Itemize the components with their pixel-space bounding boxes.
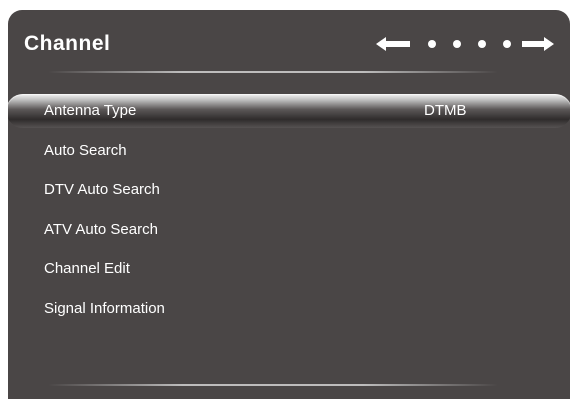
- menu-title: Channel: [24, 32, 111, 55]
- menu-item-label: Channel Edit: [44, 260, 130, 277]
- menu-item-dtv-auto-search[interactable]: DTV Auto Search: [8, 173, 570, 213]
- menu-item-auto-search[interactable]: Auto Search: [8, 134, 570, 174]
- page-dot-icon: [478, 40, 486, 48]
- menu-item-atv-auto-search[interactable]: ATV Auto Search: [8, 213, 570, 253]
- menu-item-signal-information[interactable]: Signal Information: [8, 292, 570, 332]
- menu-item-label: Signal Information: [44, 299, 165, 317]
- footer-divider: [48, 384, 498, 386]
- page-dot-icon: [503, 40, 511, 48]
- channel-menu-panel: Channel Antenna Type DTMB Auto Search DT…: [8, 10, 570, 399]
- menu-item-label: Antenna Type: [44, 102, 137, 119]
- header-divider: [48, 71, 498, 73]
- page-navigation-indicator: [376, 36, 556, 52]
- menu-item-channel-edit[interactable]: Channel Edit: [8, 252, 570, 292]
- page-dot-icon: [428, 40, 436, 48]
- menu-item-label: Auto Search: [44, 141, 127, 159]
- menu-item-antenna-type[interactable]: Antenna Type DTMB: [8, 94, 570, 134]
- arrow-left-icon[interactable]: [376, 37, 410, 51]
- menu-item-label: ATV Auto Search: [44, 220, 158, 238]
- page-dot-icon: [453, 40, 461, 48]
- menu-item-value: DTMB: [424, 102, 467, 119]
- menu-list: Antenna Type DTMB Auto Search DTV Auto S…: [8, 94, 570, 331]
- arrow-right-icon[interactable]: [522, 37, 554, 51]
- menu-item-label: DTV Auto Search: [44, 181, 160, 198]
